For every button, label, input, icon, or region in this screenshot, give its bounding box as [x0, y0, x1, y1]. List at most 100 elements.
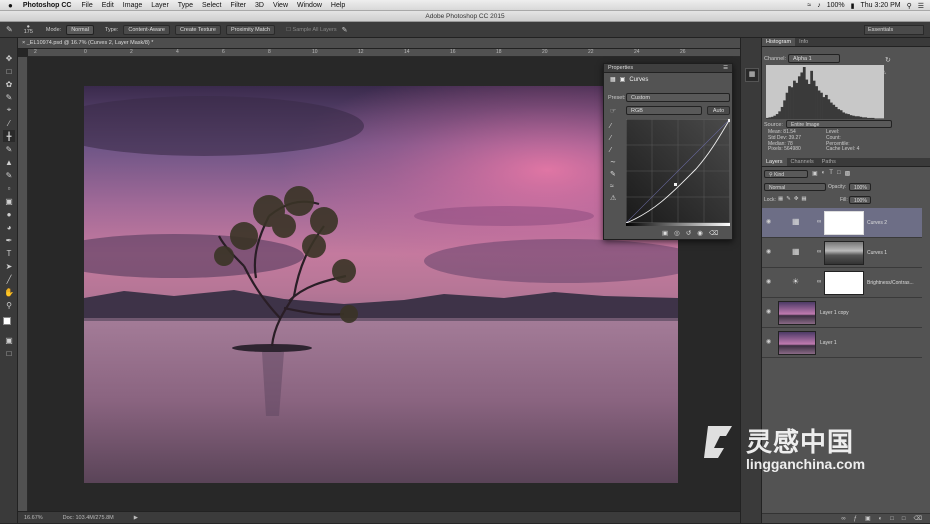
- clip-to-layer-icon[interactable]: ▣: [662, 229, 668, 237]
- tab-channels[interactable]: Channels: [787, 158, 818, 166]
- screen-mode-icon[interactable]: □: [3, 347, 15, 359]
- pencil-draw-icon[interactable]: ✎: [610, 169, 616, 181]
- channel-select[interactable]: RGB: [626, 106, 702, 115]
- dodge-tool-icon[interactable]: ◕: [3, 221, 15, 233]
- line-tool-icon[interactable]: ╱: [3, 273, 15, 285]
- workspace-select[interactable]: Essentials: [864, 25, 924, 35]
- quick-mask-icon[interactable]: ▣: [3, 334, 15, 346]
- new-adjustment-icon[interactable]: ◐: [879, 514, 883, 523]
- source-select[interactable]: Entire Image: [786, 120, 892, 128]
- visibility-eye-icon[interactable]: ◉: [766, 339, 772, 345]
- menu-help[interactable]: Help: [331, 2, 345, 9]
- visibility-eye-icon[interactable]: ◉: [766, 279, 772, 285]
- link-layers-icon[interactable]: ∞: [841, 514, 845, 523]
- hand-tool-icon[interactable]: ✋: [3, 286, 15, 298]
- new-layer-icon[interactable]: □: [902, 514, 906, 523]
- new-group-icon[interactable]: □: [890, 514, 894, 523]
- visibility-icon[interactable]: ◉: [697, 229, 703, 237]
- visibility-eye-icon[interactable]: ◉: [766, 219, 772, 225]
- blend-mode-select[interactable]: Normal: [764, 183, 826, 191]
- wifi-icon[interactable]: ≈: [807, 2, 811, 9]
- brush-tool-icon[interactable]: ✎: [3, 143, 15, 155]
- path-select-tool-icon[interactable]: ➤: [3, 260, 15, 272]
- eraser-tool-icon[interactable]: ▫: [3, 182, 15, 194]
- reset-icon[interactable]: ↺: [686, 229, 691, 237]
- zoom-level[interactable]: 16.67%: [24, 512, 43, 523]
- layer-name[interactable]: Layer 1 copy: [820, 310, 849, 316]
- menu-type[interactable]: Type: [178, 2, 193, 9]
- history-brush-tool-icon[interactable]: ✎: [3, 169, 15, 181]
- link-icon[interactable]: ∞: [817, 249, 821, 255]
- preset-select[interactable]: Custom: [626, 93, 730, 102]
- foreground-color-swatch[interactable]: [3, 317, 11, 325]
- menubar-clock[interactable]: Thu 3:20 PM: [861, 2, 901, 9]
- view-previous-icon[interactable]: ◎: [674, 229, 680, 237]
- ruler-vertical[interactable]: [18, 57, 28, 511]
- tab-paths[interactable]: Paths: [818, 158, 840, 166]
- mode-select[interactable]: Normal: [66, 24, 94, 35]
- layer-mask-thumbnail[interactable]: [824, 271, 864, 295]
- layer-row-layer-1[interactable]: ◉ Layer 1: [762, 328, 922, 358]
- menu-select[interactable]: Select: [202, 2, 221, 9]
- crop-tool-icon[interactable]: ⌖: [3, 104, 15, 116]
- curve-edit-icon[interactable]: ∼: [610, 157, 616, 169]
- battery-percent[interactable]: 100%: [827, 2, 845, 9]
- layer-row-brightness-contrast[interactable]: ◉ ☀ ∞ Brightness/Contras...: [762, 268, 922, 298]
- sample-all-layers-checkbox[interactable]: ☐ Sample All Layers: [286, 27, 337, 33]
- auto-button[interactable]: Auto: [707, 106, 730, 115]
- volume-icon[interactable]: ♪: [817, 2, 821, 9]
- sample-black-icon[interactable]: ⁄: [610, 121, 616, 133]
- brush-preset-picker[interactable]: ● 175: [24, 24, 33, 35]
- tab-info[interactable]: Info: [795, 38, 812, 46]
- filter-pixel-icon[interactable]: ▣: [812, 170, 818, 177]
- close-icon[interactable]: ×: [22, 40, 25, 46]
- menu-layer[interactable]: Layer: [151, 2, 169, 9]
- filter-type-icon[interactable]: T: [829, 170, 833, 177]
- panel-menu-icon[interactable]: ☰: [723, 64, 728, 73]
- document-image[interactable]: [84, 86, 678, 483]
- eyedropper-tool-icon[interactable]: ⁄: [3, 117, 15, 129]
- clipping-warning-icon[interactable]: ⚠: [610, 193, 616, 205]
- menu-image[interactable]: Image: [123, 2, 142, 9]
- filter-adjustment-icon[interactable]: ◐: [822, 170, 826, 177]
- lasso-tool-icon[interactable]: ✿: [3, 78, 15, 90]
- document-tab[interactable]: × _EL10974.psd @ 16.7% (Curves 2, Layer …: [18, 38, 740, 49]
- refresh-icon[interactable]: ↻: [885, 56, 891, 64]
- quick-select-tool-icon[interactable]: ✎: [3, 91, 15, 103]
- type-create-texture-radio[interactable]: Create Texture: [174, 24, 221, 35]
- curves-graph[interactable]: [626, 119, 730, 223]
- layer-mask-thumbnail[interactable]: [824, 211, 864, 235]
- ruler-horizontal[interactable]: 2 0 2 4 6 8 10 12 14 16 18 20 22 24 26: [28, 49, 740, 57]
- apple-icon[interactable]: ●: [8, 1, 13, 10]
- properties-panel-icon[interactable]: ▦: [745, 68, 759, 82]
- properties-tab[interactable]: Properties: [608, 65, 633, 71]
- marquee-tool-icon[interactable]: □: [3, 65, 15, 77]
- battery-icon[interactable]: ▮: [851, 2, 855, 10]
- status-arrow-icon[interactable]: ▶: [134, 512, 138, 523]
- layer-name[interactable]: Brightness/Contras...: [867, 280, 914, 286]
- layer-row-curves-1[interactable]: ◉ ▦ ∞ Curves 1: [762, 238, 922, 268]
- clone-stamp-tool-icon[interactable]: ▲: [3, 156, 15, 168]
- fx-icon[interactable]: ƒ: [854, 514, 857, 523]
- delete-icon[interactable]: ⌫: [709, 229, 718, 237]
- menu-edit[interactable]: Edit: [102, 2, 114, 9]
- layer-thumbnail[interactable]: [778, 301, 816, 325]
- opacity-input[interactable]: 100%: [849, 183, 871, 191]
- sample-gray-icon[interactable]: ⁄: [610, 133, 616, 145]
- gradient-tool-icon[interactable]: ▣: [3, 195, 15, 207]
- histogram-channel-select[interactable]: Alpha 1: [788, 54, 840, 63]
- app-menu[interactable]: Photoshop CC: [23, 2, 72, 9]
- tab-layers[interactable]: Layers: [762, 158, 787, 166]
- layer-row-curves-2[interactable]: ◉ ▦ ∞ Curves 2: [762, 208, 922, 238]
- link-icon[interactable]: ∞: [817, 279, 821, 285]
- menu-3d[interactable]: 3D: [255, 2, 264, 9]
- healing-brush-tool-icon[interactable]: ╋: [3, 130, 15, 142]
- type-tool-icon[interactable]: T: [3, 247, 15, 259]
- type-proximity-match-radio[interactable]: Proximity Match: [225, 24, 276, 35]
- menu-window[interactable]: Window: [297, 2, 322, 9]
- layer-thumbnail[interactable]: [778, 331, 816, 355]
- pen-tool-icon[interactable]: ✒: [3, 234, 15, 246]
- fill-input[interactable]: 100%: [849, 196, 871, 204]
- link-icon[interactable]: ∞: [817, 219, 821, 225]
- visibility-eye-icon[interactable]: ◉: [766, 249, 772, 255]
